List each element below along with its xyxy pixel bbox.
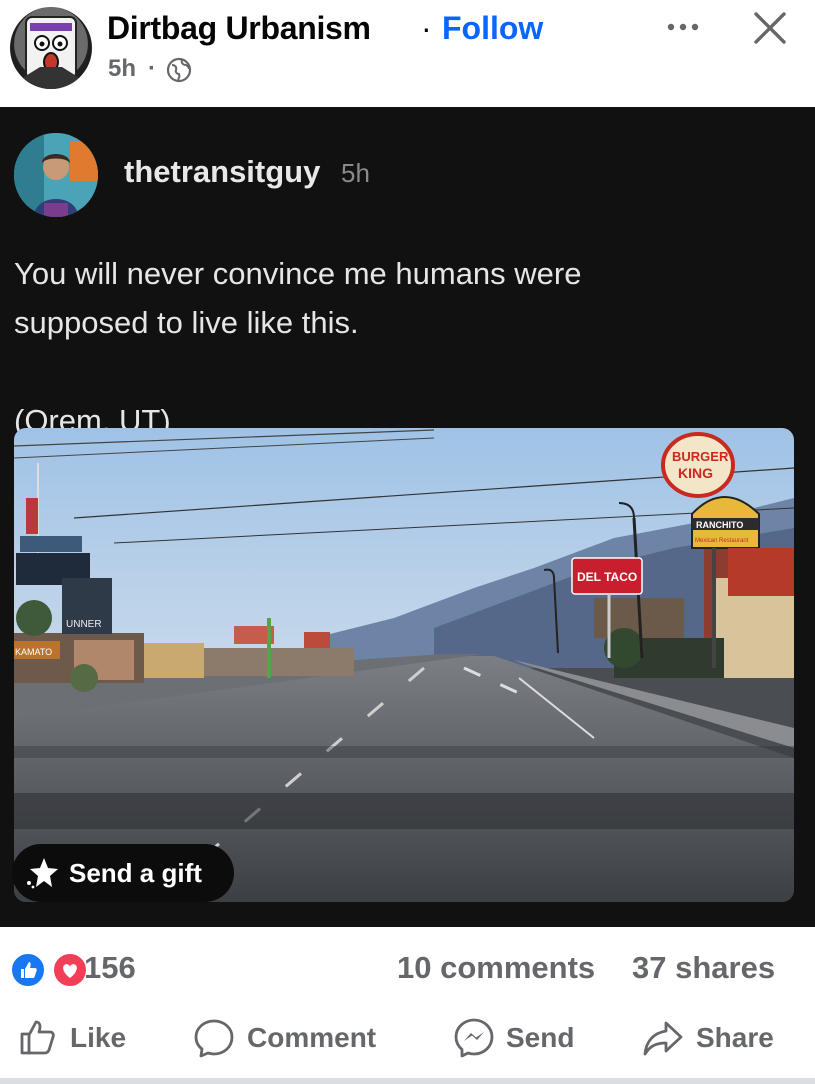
sign-burger-text: BURGER [672, 449, 729, 464]
page-avatar[interactable] [10, 7, 92, 89]
embedded-username[interactable]: thetransitguy [124, 154, 320, 190]
messenger-icon [454, 1018, 494, 1058]
share-arrow-icon [643, 1021, 683, 1056]
comment-button[interactable]: Comment [193, 1015, 393, 1063]
reaction-count[interactable]: 156 [84, 950, 136, 986]
sign-unner-text: UNNER [66, 619, 102, 630]
close-icon[interactable] [752, 10, 788, 46]
post-header: Dirtbag Urbanism · Follow 5h · [0, 0, 815, 107]
time-separator: · [148, 55, 156, 82]
follow-button[interactable]: Follow [442, 10, 543, 47]
comment-label: Comment [247, 1022, 377, 1053]
share-label: Share [696, 1022, 774, 1053]
person-photo-icon [14, 133, 98, 217]
post-time[interactable]: 5h [108, 55, 136, 83]
send-gift-label: Send a gift [69, 858, 202, 888]
share-button[interactable]: Share [642, 1015, 792, 1063]
sign-del-taco-text: DEL TACO [577, 570, 637, 584]
love-reaction-icon [52, 952, 88, 988]
sign-king-text: KING [678, 465, 713, 481]
street-photo[interactable]: UNNER KAMATO DEL TACO BURGER KING RANCHI… [14, 428, 794, 902]
sign-mexican-text: Mexican Restaurant [695, 538, 749, 544]
comment-bubble-icon [194, 1019, 234, 1058]
send-gift-button[interactable]: Send a gift [12, 844, 234, 902]
comments-count[interactable]: 10 comments [397, 950, 595, 986]
thumbs-up-icon [20, 1020, 55, 1055]
send-button[interactable]: Send [453, 1015, 583, 1063]
globe-icon [166, 57, 192, 83]
cartoon-face-icon [24, 16, 78, 89]
like-button[interactable]: Like [18, 1015, 138, 1063]
send-label: Send [506, 1022, 575, 1053]
page-name[interactable]: Dirtbag Urbanism [107, 10, 371, 47]
user-avatar[interactable] [14, 133, 98, 217]
more-options-icon[interactable] [666, 14, 700, 40]
street-scene-image: UNNER KAMATO DEL TACO BURGER KING RANCHI… [14, 428, 794, 902]
like-label: Like [70, 1022, 127, 1053]
gift-sparkle-icon [27, 858, 58, 889]
embedded-time: 5h [341, 158, 370, 188]
like-reaction-icon [10, 952, 46, 988]
header-separator: · [421, 10, 432, 46]
sign-kamato-text: KAMATO [15, 647, 52, 657]
shares-count[interactable]: 37 shares [632, 950, 775, 986]
sign-ranchito-text: RANCHITO [696, 520, 743, 530]
divider [0, 1078, 815, 1084]
embedded-post-text: You will never convince me humans were s… [14, 256, 582, 438]
